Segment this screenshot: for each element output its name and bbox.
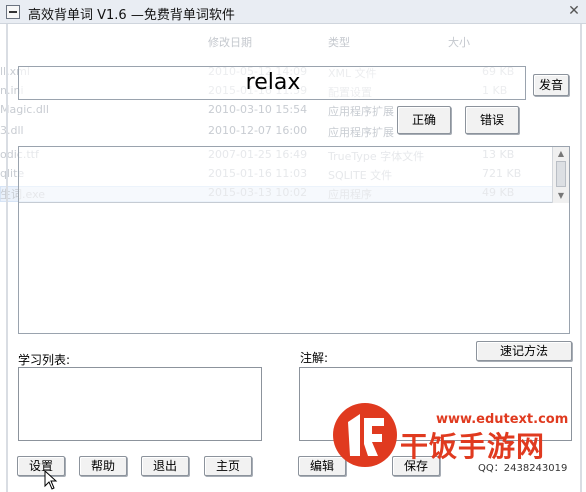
study-list-box[interactable] — [18, 367, 262, 441]
watermark-text: 干饭手游网 — [400, 430, 546, 463]
word-list-scrollbar[interactable]: ▲ ▼ — [552, 147, 569, 203]
word-display: relax — [18, 66, 526, 100]
word-list[interactable]: ▲ ▼ — [18, 146, 570, 334]
window-frame-right — [580, 24, 582, 492]
notes-label: 注解: — [300, 351, 329, 365]
word-list-upper-pane — [19, 147, 552, 203]
app-menu-icon[interactable] — [6, 5, 20, 19]
title-bar: 高效背单词 V1.6 —免费背单词软件 ✕ — [0, 0, 586, 24]
correct-button[interactable]: 正确 — [397, 106, 451, 134]
mouse-pointer-icon — [44, 470, 58, 490]
close-icon[interactable]: ✕ — [566, 3, 582, 19]
scroll-down-icon[interactable]: ▼ — [556, 191, 566, 201]
wrong-button[interactable]: 错误 — [465, 106, 519, 134]
watermark-logo — [333, 403, 397, 467]
pronounce-button[interactable]: 发音 — [533, 74, 569, 96]
exit-button[interactable]: 退出 — [141, 456, 189, 476]
window-frame-left — [6, 24, 8, 492]
study-list-label: 学习列表: — [18, 353, 71, 367]
scroll-up-icon[interactable]: ▲ — [556, 149, 566, 159]
app-window: 高效背单词 V1.6 —免费背单词软件 ✕ relax 发音 正确 错误 ▲ ▼… — [0, 0, 586, 492]
scroll-thumb[interactable] — [556, 161, 566, 187]
home-button[interactable]: 主页 — [204, 456, 252, 476]
help-button[interactable]: 帮助 — [79, 456, 127, 476]
current-word: relax — [245, 70, 301, 95]
window-title: 高效背单词 V1.6 —免费背单词软件 — [28, 8, 235, 23]
memory-method-button[interactable]: 速记方法 — [476, 341, 572, 361]
